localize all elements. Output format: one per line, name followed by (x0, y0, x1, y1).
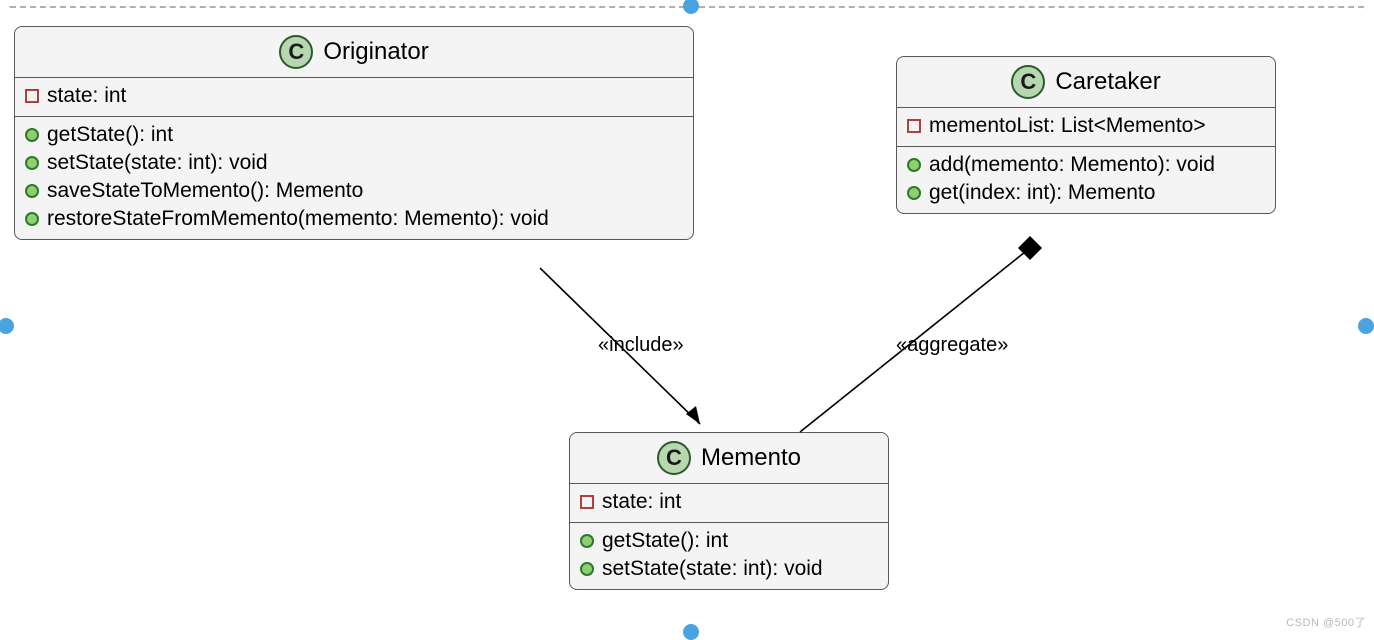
class-icon: C (1011, 65, 1045, 99)
method-row: getState(): int (580, 527, 878, 555)
attribute-row: state: int (25, 82, 683, 110)
class-name: Caretaker (1055, 68, 1160, 96)
class-header: C Originator (15, 27, 693, 78)
methods-section: getState(): int setState(state: int): vo… (15, 116, 693, 239)
attribute-text: state: int (47, 84, 126, 108)
class-name: Memento (701, 444, 801, 472)
visibility-icon-private (25, 89, 39, 103)
method-text: getState(): int (602, 529, 728, 553)
methods-section: getState(): int setState(state: int): vo… (570, 522, 888, 589)
class-originator[interactable]: C Originator state: int getState(): int … (14, 26, 694, 240)
method-text: get(index: int): Memento (929, 181, 1155, 205)
visibility-icon-private (580, 495, 594, 509)
method-row: setState(state: int): void (580, 555, 878, 583)
class-memento[interactable]: C Memento state: int getState(): int set… (569, 432, 889, 590)
resize-handle-right[interactable] (1358, 318, 1374, 334)
visibility-icon-public (25, 128, 39, 142)
method-row: restoreStateFromMemento(memento: Memento… (25, 205, 683, 233)
resize-handle-bottom[interactable] (683, 624, 699, 640)
methods-section: add(memento: Memento): void get(index: i… (897, 146, 1275, 213)
method-text: setState(state: int): void (602, 557, 823, 581)
visibility-icon-public (907, 186, 921, 200)
class-header: C Caretaker (897, 57, 1275, 108)
method-text: add(memento: Memento): void (929, 153, 1215, 177)
method-row: getState(): int (25, 121, 683, 149)
attribute-text: state: int (602, 490, 681, 514)
relation-label-include: «include» (598, 334, 684, 357)
attribute-row: state: int (580, 488, 878, 516)
visibility-icon-public (25, 212, 39, 226)
attribute-text: mementoList: List<Memento> (929, 114, 1206, 138)
method-text: saveStateToMemento(): Memento (47, 179, 363, 203)
attributes-section: state: int (15, 78, 693, 116)
class-header: C Memento (570, 433, 888, 484)
visibility-icon-public (580, 562, 594, 576)
attribute-row: mementoList: List<Memento> (907, 112, 1265, 140)
class-caretaker[interactable]: C Caretaker mementoList: List<Memento> a… (896, 56, 1276, 214)
watermark: CSDN @500了 (1286, 614, 1366, 630)
class-icon: C (657, 441, 691, 475)
method-text: getState(): int (47, 123, 173, 147)
visibility-icon-public (580, 534, 594, 548)
method-row: add(memento: Memento): void (907, 151, 1265, 179)
relation-label-aggregate: «aggregate» (896, 334, 1008, 357)
visibility-icon-public (907, 158, 921, 172)
attributes-section: mementoList: List<Memento> (897, 108, 1275, 146)
visibility-icon-public (25, 184, 39, 198)
visibility-icon-private (907, 119, 921, 133)
method-row: saveStateToMemento(): Memento (25, 177, 683, 205)
attributes-section: state: int (570, 484, 888, 522)
visibility-icon-public (25, 156, 39, 170)
method-text: restoreStateFromMemento(memento: Memento… (47, 207, 549, 231)
class-name: Originator (323, 38, 428, 66)
method-row: setState(state: int): void (25, 149, 683, 177)
method-text: setState(state: int): void (47, 151, 268, 175)
class-icon: C (279, 35, 313, 69)
method-row: get(index: int): Memento (907, 179, 1265, 207)
